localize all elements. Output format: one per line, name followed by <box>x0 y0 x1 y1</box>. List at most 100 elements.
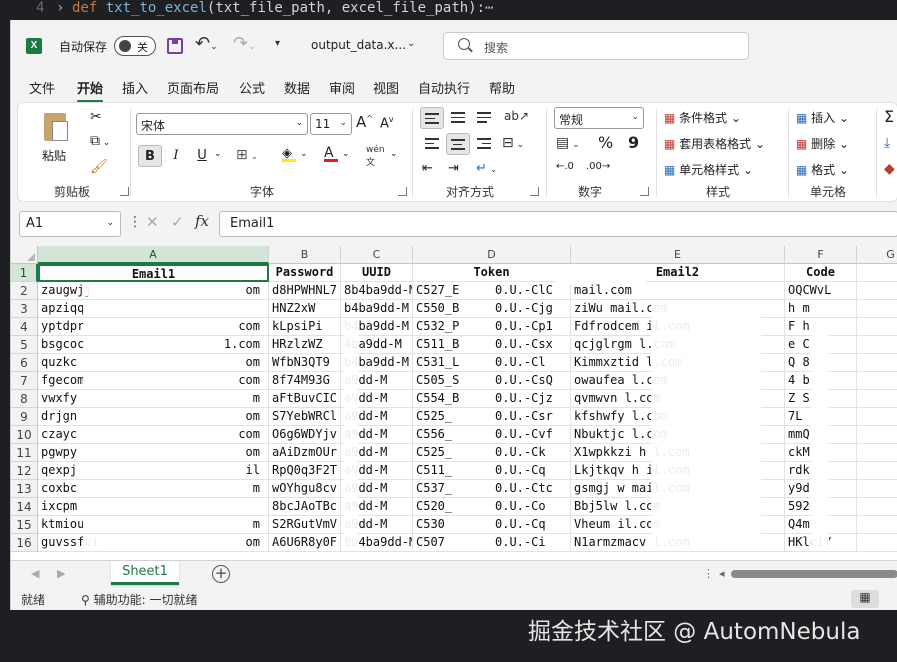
column-header[interactable]: A <box>38 246 269 264</box>
percent-button[interactable]: % <box>598 133 613 152</box>
row-header[interactable]: 13 <box>11 480 38 498</box>
select-all-button[interactable] <box>11 246 38 264</box>
token-cell[interactable]: C527_E 0.U.-ClC <box>413 282 571 300</box>
cell[interactable] <box>857 390 897 408</box>
cell[interactable] <box>857 264 897 282</box>
font-color-dropdown-icon[interactable]: ⌄ <box>342 149 350 159</box>
token-cell[interactable]: C507 0.U.-Ci <box>413 534 571 552</box>
formula-input[interactable]: Email1 <box>219 211 897 237</box>
cell[interactable] <box>857 336 897 354</box>
token-cell[interactable]: C511_ 0.U.-Cq <box>413 462 571 480</box>
cell[interactable] <box>857 498 897 516</box>
code-cell[interactable]: h m <box>785 300 857 318</box>
decrease-decimal-icon[interactable]: .00→ <box>586 161 610 172</box>
horizontal-scrollbar[interactable] <box>731 570 897 578</box>
insert-function-icon[interactable]: fx <box>195 212 209 230</box>
password-cell[interactable]: HNZ2xW <box>269 300 341 318</box>
italic-button[interactable]: I <box>164 145 188 167</box>
clear-icon[interactable]: ◆ <box>884 161 895 177</box>
row-header[interactable]: 14 <box>11 498 38 516</box>
header-cell[interactable]: Token <box>413 264 571 282</box>
cell[interactable] <box>857 408 897 426</box>
token-cell[interactable]: C531_L 0.U.-Cl <box>413 354 571 372</box>
name-box[interactable]: A1 ⌄ <box>19 211 121 237</box>
currency-icon[interactable]: ▤ ⌄ <box>556 135 580 151</box>
email2-cell[interactable]: mail.com <box>571 282 785 300</box>
tab-help[interactable]: 帮助 <box>489 78 515 97</box>
token-cell[interactable]: C511_B 0.U.-Csx <box>413 336 571 354</box>
scroll-thumb[interactable] <box>731 570 897 578</box>
fill-color-icon[interactable]: ◈ <box>282 146 296 162</box>
cell[interactable] <box>857 354 897 372</box>
tab-page-layout[interactable]: 页面布局 <box>167 78 219 97</box>
tab-review[interactable]: 审阅 <box>329 78 355 97</box>
password-cell[interactable]: A6U6R8y0F <box>269 534 341 552</box>
align-top-button[interactable] <box>420 107 444 129</box>
token-cell[interactable]: C505_S 0.U.-CsQ <box>413 372 571 390</box>
row-header[interactable]: 16 <box>11 534 38 552</box>
code-cell[interactable]: OQCWvL <box>785 282 857 300</box>
decrease-indent-icon[interactable]: ⇤ <box>422 161 433 176</box>
comma-button[interactable]: 9 <box>628 133 639 152</box>
clipboard-launcher-icon[interactable] <box>120 187 129 196</box>
password-cell[interactable]: aAiDzmOUr <box>269 444 341 462</box>
row-header[interactable]: 1 <box>11 264 38 282</box>
phonetic-icon[interactable]: wén 文 <box>366 145 385 168</box>
tab-automate[interactable]: 自动执行 <box>418 78 470 97</box>
token-cell[interactable]: C525_ 0.U.-Ck <box>413 444 571 462</box>
row-header[interactable]: 12 <box>11 462 38 480</box>
format-cells-button[interactable]: ▦ 格式 ⌄ <box>796 161 849 178</box>
row-header[interactable]: 3 <box>11 300 38 318</box>
fold-chevron-icon[interactable]: › <box>56 0 64 16</box>
password-cell[interactable]: d8HPWHNL7 <box>269 282 341 300</box>
token-cell[interactable]: C556_ 0.U.-Cvf <box>413 426 571 444</box>
shrink-font-icon[interactable]: Av <box>380 115 394 131</box>
row-header[interactable]: 4 <box>11 318 38 336</box>
uuid-cell[interactable]: b4ba9dd-M <box>341 300 413 318</box>
insert-cells-button[interactable]: ▦ 插入 ⌄ <box>796 109 849 126</box>
conditional-format-button[interactable]: ▦ 条件格式 ⌄ <box>664 109 741 126</box>
cell[interactable] <box>857 318 897 336</box>
accessibility-status[interactable]: ⚲ 辅助功能: 一切就绪 <box>81 591 197 608</box>
tab-data[interactable]: 数据 <box>284 78 310 97</box>
alignment-launcher-icon[interactable] <box>530 187 539 196</box>
next-sheet-icon[interactable]: ▶ <box>57 567 65 580</box>
number-launcher-icon[interactable] <box>640 187 649 196</box>
tab-home[interactable]: 开始 <box>77 78 104 103</box>
autosum-icon[interactable]: Σ <box>884 107 894 126</box>
row-header[interactable]: 8 <box>11 390 38 408</box>
copy-icon[interactable]: ⧉ ⌄ <box>90 133 110 149</box>
paste-icon[interactable] <box>40 111 70 143</box>
cell[interactable] <box>857 300 897 318</box>
row-header[interactable]: 7 <box>11 372 38 390</box>
cell[interactable] <box>857 516 897 534</box>
wrap-text-icon[interactable]: ↵ ⌄ <box>476 161 497 176</box>
token-cell[interactable]: C554_B 0.U.-Cjz <box>413 390 571 408</box>
grow-font-icon[interactable]: A^ <box>356 113 373 131</box>
tab-formulas[interactable]: 公式 <box>239 78 265 97</box>
row-header[interactable]: 9 <box>11 408 38 426</box>
password-cell[interactable]: 8f74M93G <box>269 372 341 390</box>
fill-down-icon[interactable]: ⤓ <box>884 135 890 151</box>
cancel-icon[interactable]: ✕ <box>146 213 159 231</box>
save-icon[interactable] <box>167 38 183 54</box>
autosave-toggle[interactable]: 关 <box>114 36 156 56</box>
underline-button[interactable]: U <box>190 145 214 167</box>
align-middle-button[interactable] <box>446 107 470 129</box>
orientation-icon[interactable]: ab↗ <box>504 109 529 123</box>
file-name[interactable]: output_data.x... <box>311 38 406 52</box>
phonetic-dropdown-icon[interactable]: ⌄ <box>390 149 398 159</box>
redo-icon[interactable]: ↷⌄ <box>233 33 256 54</box>
paste-button[interactable]: 粘贴 <box>42 147 66 164</box>
header-cell[interactable]: Password <box>269 264 341 282</box>
password-cell[interactable]: kLpsiPi <box>269 318 341 336</box>
undo-icon[interactable]: ↶⌄ <box>195 33 218 54</box>
align-left-button[interactable] <box>420 133 444 155</box>
uuid-cell[interactable]: 8b4ba9dd-M <box>341 282 413 300</box>
row-header[interactable]: 6 <box>11 354 38 372</box>
cell[interactable] <box>857 480 897 498</box>
password-cell[interactable]: WfbN3QT9 <box>269 354 341 372</box>
row-header[interactable]: 2 <box>11 282 38 300</box>
column-header[interactable]: F <box>785 246 857 264</box>
cut-icon[interactable]: ✂ <box>90 109 102 125</box>
